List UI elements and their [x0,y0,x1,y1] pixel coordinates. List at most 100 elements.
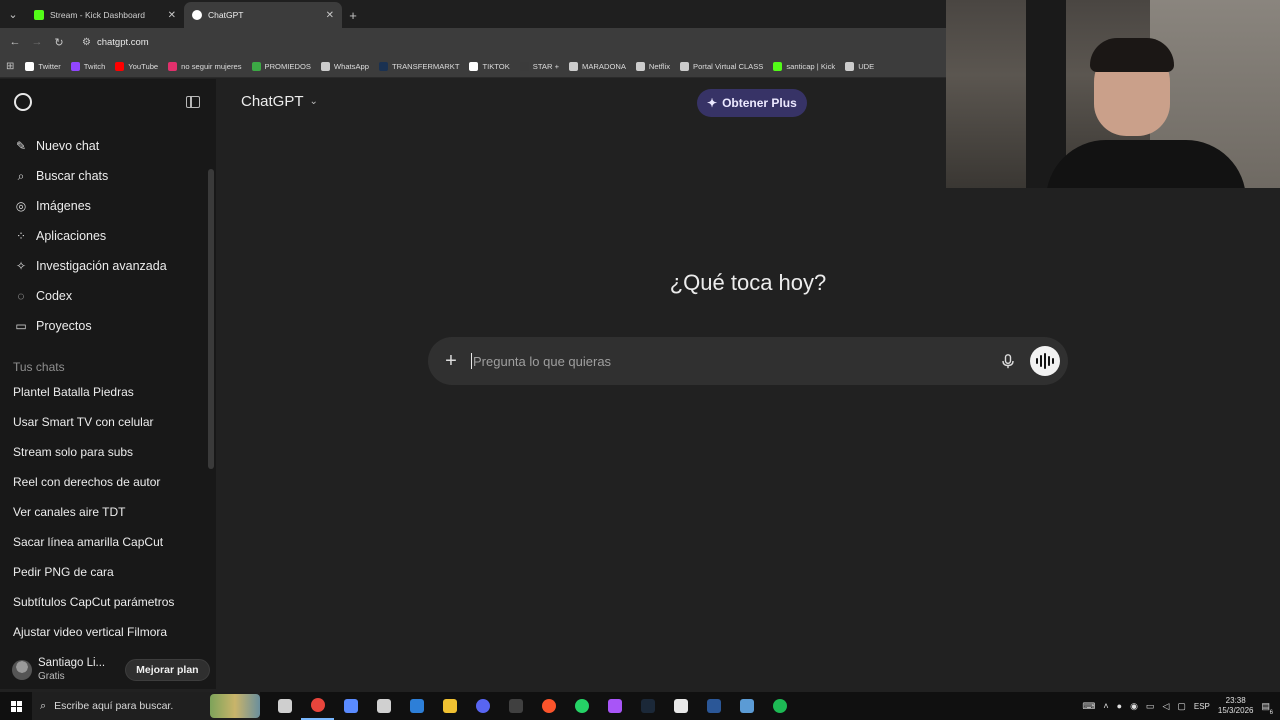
search-icon: ⌕ [40,699,47,712]
chat-list-item[interactable]: Stream solo para subs [0,437,216,467]
tab-kick-dashboard[interactable]: Stream - Kick Dashboard ✕ [26,2,184,28]
url-field[interactable]: ⚙ chatgpt.com [76,31,149,53]
reload-icon[interactable]: ↻ [50,33,68,51]
model-picker[interactable]: ChatGPT ⌄ [241,93,318,110]
microphone-icon[interactable] [996,349,1020,373]
copilot-icon[interactable] [334,692,367,720]
obsidian-icon[interactable] [598,692,631,720]
back-icon[interactable]: ← [6,33,24,51]
site-settings-icon[interactable]: ⚙ [82,37,91,48]
discord-icon[interactable] [466,692,499,720]
chatgpt-logo-icon[interactable] [14,93,32,111]
sidebar-item-label: Buscar chats [36,169,109,183]
sidebar-scrollbar[interactable] [208,169,214,469]
bookmark-favicon-icon [680,62,690,71]
bookmark-label: no seguir mujeres [181,62,242,71]
network-icon[interactable]: ▭ [1146,701,1155,712]
get-plus-button[interactable]: ✦ Obtener Plus [697,89,807,117]
sidebar-toggle-icon[interactable] [186,96,200,108]
bookmark-transfermarkt[interactable]: TRANSFERMARKT [374,62,465,71]
bookmark-whatsapp[interactable]: WhatsApp [316,62,374,71]
clock[interactable]: 23:38 15/3/2026 [1218,696,1254,716]
steam-icon[interactable] [631,692,664,720]
clock-date: 15/3/2026 [1217,706,1254,715]
composer: + [428,337,1068,385]
chat-list-item[interactable]: Plantel Batalla Piedras [0,377,216,407]
chat-list-item[interactable]: Subtítulos CapCut parámetros [0,587,216,617]
shield-icon[interactable] [730,692,763,720]
bookmark-portal-virtual-class[interactable]: Portal Virtual CLASS [675,62,768,71]
bookmark-favicon-icon [845,62,855,71]
bookmark-tiktok[interactable]: TIKTOK [464,62,514,71]
bookmark-twitter[interactable]: Twitter [20,62,65,71]
capcut-icon[interactable] [664,692,697,720]
tab-chatgpt[interactable]: ChatGPT ✕ [184,2,342,28]
edge-icon[interactable] [400,692,433,720]
microphone-icon[interactable]: ● [1117,701,1122,711]
terminal-icon[interactable] [697,692,730,720]
chat-list-item[interactable]: Sacar línea amarilla CapCut [0,527,216,557]
sidebar-item-nuevo-chat[interactable]: ✎ Nuevo chat [0,131,216,161]
keyboard-icon[interactable]: ⌨ [1082,701,1095,712]
upgrade-plan-button[interactable]: Mejorar plan [125,659,210,681]
chat-list-item[interactable]: Usar Smart TV con celular [0,407,216,437]
bookmark-ude[interactable]: UDE [840,62,879,71]
new-tab-button[interactable]: + [342,2,364,28]
file-explorer-icon[interactable] [433,692,466,720]
sidebar-item-investigacion-avanzada[interactable]: ✧ Investigación avanzada [0,251,216,281]
avatar[interactable] [12,660,32,680]
volume-icon[interactable]: ◁ [1162,701,1169,712]
prompt-input[interactable] [473,353,996,369]
bookmark-label: YouTube [128,62,159,71]
epic-games-icon[interactable] [367,692,400,720]
chat-list-item[interactable]: Reel con derechos de autor [0,467,216,497]
obs-icon[interactable] [499,692,532,720]
bookmark-star[interactable]: STAR + [515,62,564,71]
sidebar-item-codex[interactable]: ◌ Codex [0,281,216,311]
chat-list-item[interactable]: Pedir PNG de cara [0,557,216,587]
notification-count: 6 [1269,709,1273,716]
tab-search-icon[interactable]: ⌄ [0,0,26,28]
spotify-icon[interactable] [763,692,796,720]
language-indicator[interactable]: ESP [1194,702,1210,711]
bookmark-santicap-kick[interactable]: santicap | Kick [768,62,840,71]
bookmark-favicon-icon [251,62,261,71]
plus-icon[interactable]: + [428,350,474,373]
bookmark-promiedos[interactable]: PROMIEDOS [247,62,316,71]
sidebar-item-imagenes[interactable]: ◎ Imágenes [0,191,216,221]
chevron-up-icon[interactable]: ˄ [1103,701,1108,711]
chat-list-item[interactable]: Ajustar video vertical Filmora [0,617,216,647]
chat-list-item[interactable]: Ver canales aire TDT [0,497,216,527]
search-highlight-image[interactable] [210,694,260,718]
sidebar-item-aplicaciones[interactable]: ⁘ Aplicaciones [0,221,216,251]
get-plus-label: Obtener Plus [722,96,797,110]
bookmark-twitch[interactable]: Twitch [66,62,111,71]
whatsapp-icon[interactable] [565,692,598,720]
page-title: ¿Qué toca hoy? [669,270,827,295]
bookmark-label: PROMIEDOS [264,62,311,71]
camera-icon[interactable]: ◉ [1130,701,1138,712]
bookmark-maradona[interactable]: MARADONA [564,62,631,71]
user-profile[interactable]: Santiago Li... Gratis Mejorar plan [0,652,216,688]
screen: ⌄ Stream - Kick Dashboard ✕ ChatGPT ✕ + … [0,0,1280,720]
notifications-icon[interactable]: ▤ 6 [1261,701,1273,716]
display-icon[interactable]: ▢ [1177,701,1186,712]
task-view-icon[interactable] [268,692,301,720]
browser-tabbar: ⌄ Stream - Kick Dashboard ✕ ChatGPT ✕ + [0,0,946,28]
bookmark-youtube[interactable]: YouTube [110,62,163,71]
close-icon[interactable]: ✕ [168,10,176,21]
chrome-icon[interactable] [301,692,334,720]
brave-icon[interactable] [532,692,565,720]
bookmark-no-seguir-mujeres[interactable]: no seguir mujeres [163,62,246,71]
windows-start-button[interactable] [0,692,32,720]
voice-mode-button[interactable] [1030,346,1060,376]
forward-icon[interactable]: → [28,33,46,51]
taskbar-search-placeholder: Escribe aquí para buscar. [54,700,174,712]
sidebar-item-proyectos[interactable]: ▭ Proyectos [0,311,216,341]
taskbar-search[interactable]: ⌕ Escribe aquí para buscar. [32,692,260,720]
tab-title: Stream - Kick Dashboard [50,10,145,20]
bookmark-netflix[interactable]: Netflix [631,62,675,71]
close-icon[interactable]: ✕ [326,10,334,21]
apps-grid-icon[interactable]: ⊞ [6,61,20,72]
sidebar-item-buscar-chats[interactable]: ⌕ Buscar chats [0,161,216,191]
